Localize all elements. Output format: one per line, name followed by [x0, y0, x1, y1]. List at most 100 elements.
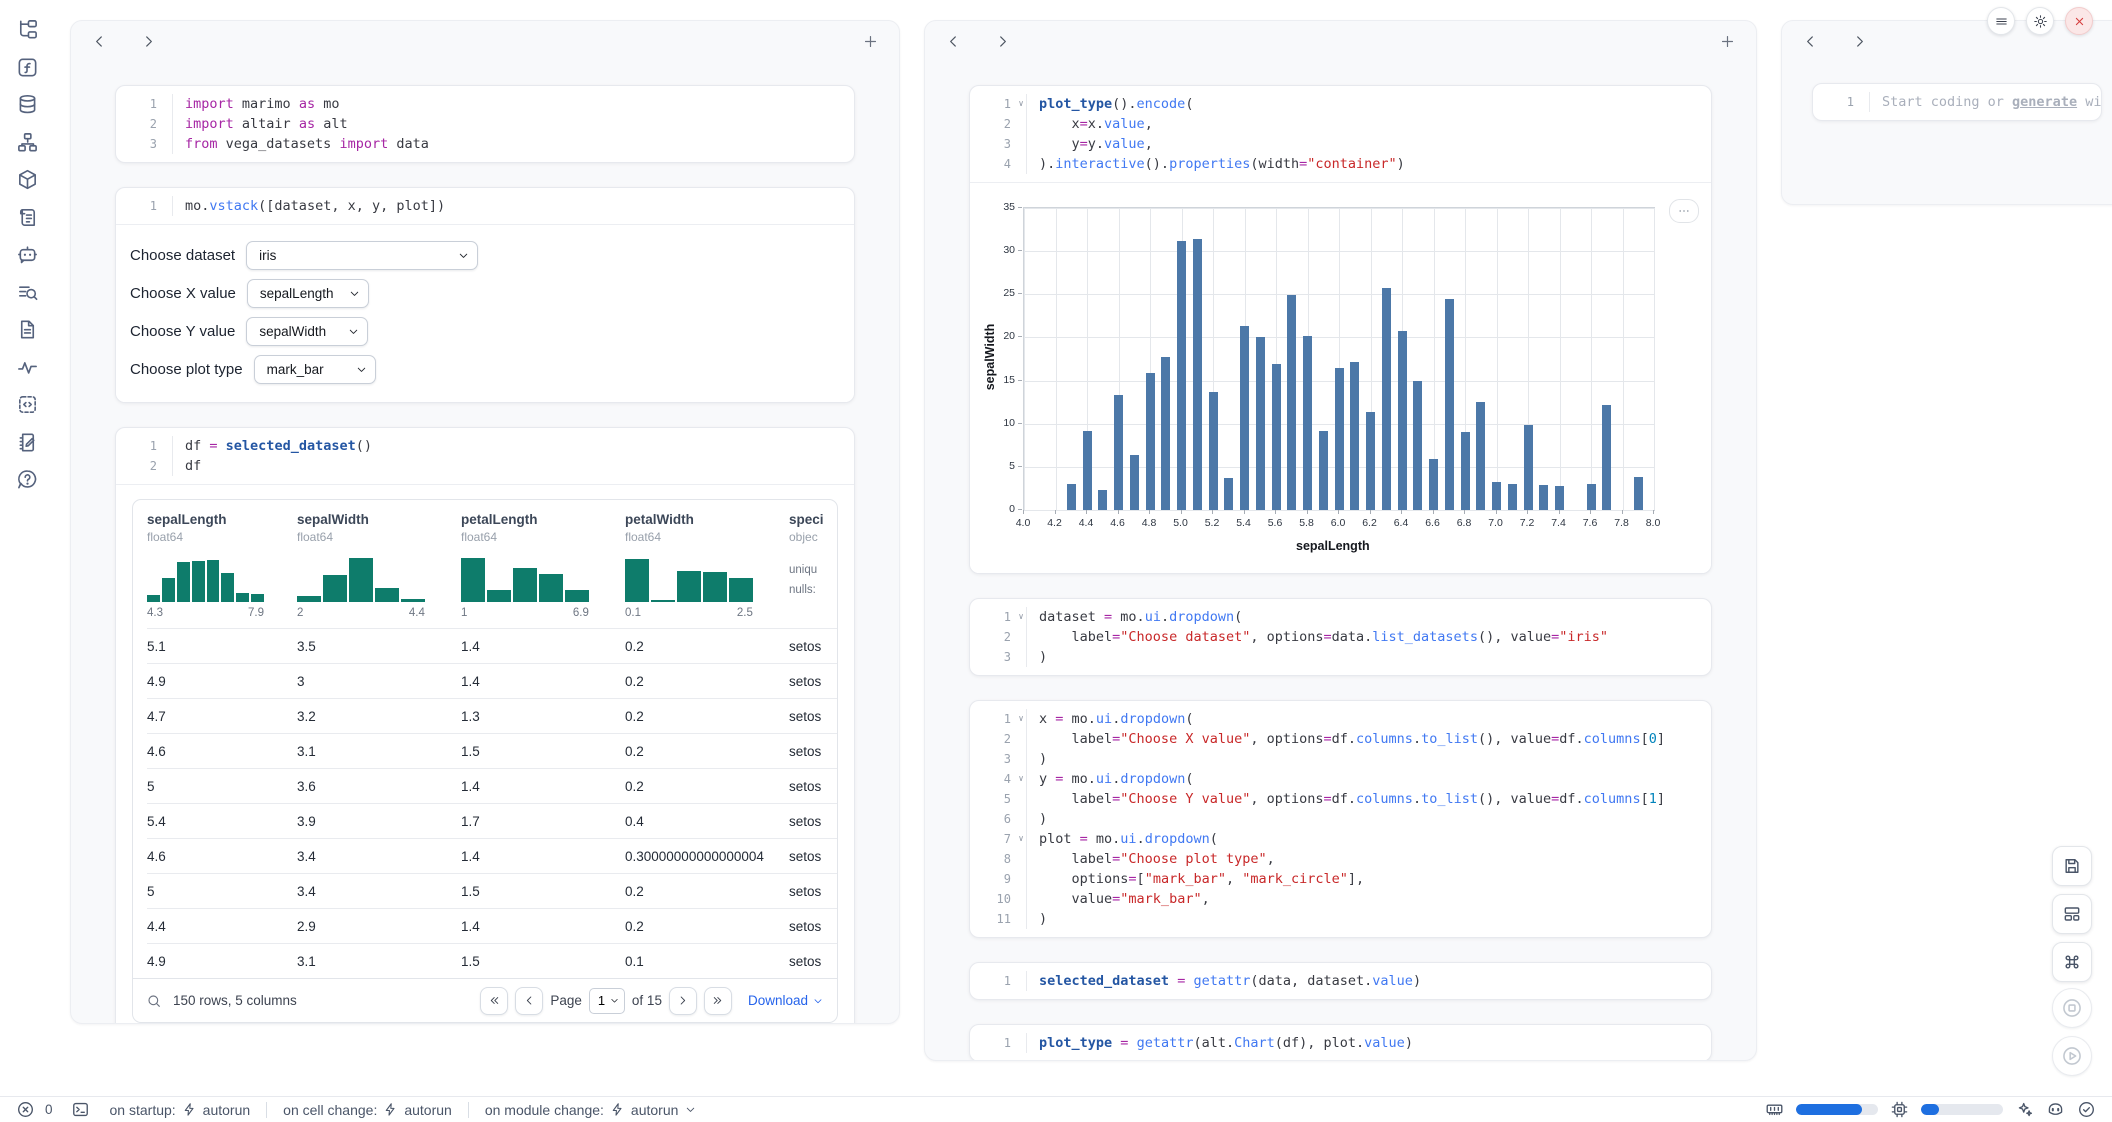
- connection-status-icon[interactable]: [2077, 1100, 2096, 1119]
- database-icon[interactable]: [16, 93, 39, 116]
- runtime-config-item[interactable]: on module change:autorun: [468, 1102, 698, 1118]
- table-row[interactable]: 4.63.41.40.30000000000000004setos: [147, 838, 837, 873]
- save-button[interactable]: [2052, 846, 2092, 886]
- generate-link[interactable]: generate: [2012, 94, 2077, 110]
- chart-bar[interactable]: [1366, 412, 1375, 510]
- chart-bar[interactable]: [1429, 459, 1438, 510]
- chart-bar[interactable]: [1067, 484, 1076, 510]
- chart-bar[interactable]: [1476, 402, 1485, 510]
- chart-bar[interactable]: [1335, 368, 1344, 510]
- dropdown-select[interactable]: sepalWidth: [259, 324, 343, 339]
- dataset-dropdown-cell[interactable]: 1∨dataset = mo.ui.dropdown(2 label="Choo…: [969, 598, 1712, 676]
- chart-bar[interactable]: [1256, 337, 1265, 510]
- script-icon[interactable]: [16, 206, 39, 229]
- xy-plot-dropdowns-cell[interactable]: 1∨x = mo.ui.dropdown(2 label="Choose X v…: [969, 700, 1712, 938]
- chart-bar[interactable]: [1445, 299, 1454, 510]
- table-row[interactable]: 53.61.40.2setos: [147, 768, 837, 803]
- select-dataset[interactable]: iris: [246, 241, 478, 270]
- code-editor[interactable]: 1df = selected_dataset()2df: [116, 428, 854, 484]
- dropdown-select[interactable]: sepalLength: [260, 286, 344, 301]
- snippets-icon[interactable]: [16, 393, 39, 416]
- settings-button[interactable]: [2026, 7, 2054, 35]
- next-page-button[interactable]: [669, 987, 697, 1015]
- code-editor[interactable]: 1∨plot_type().encode(2 x=x.value,3 y=y.v…: [970, 86, 1711, 182]
- code-editor[interactable]: 1import marimo as mo2import altair as al…: [116, 86, 854, 162]
- chart-bar[interactable]: [1492, 482, 1501, 510]
- search-icon[interactable]: [146, 993, 162, 1009]
- chart-bar[interactable]: [1240, 326, 1249, 510]
- chevron-right-icon[interactable]: [140, 33, 157, 50]
- chart-bar[interactable]: [1602, 405, 1611, 510]
- table-header-cell[interactable]: sepalWidthfloat6424.4: [297, 512, 461, 628]
- table-header-cell[interactable]: sepalLengthfloat644.37.9: [147, 512, 297, 628]
- fold-chevron-icon[interactable]: ∨: [1016, 829, 1026, 849]
- chart-bar[interactable]: [1272, 364, 1281, 510]
- dataframe-cell[interactable]: 1df = selected_dataset()2df sepalLengthfl…: [115, 427, 855, 1024]
- chart-bar[interactable]: [1146, 373, 1155, 510]
- altair-chart[interactable]: 4.04.24.44.64.85.05.25.45.65.86.06.26.46…: [970, 183, 1711, 573]
- download-button[interactable]: Download: [748, 993, 824, 1008]
- vstack-cell[interactable]: 1mo.vstack([dataset, x, y, plot])Choose …: [115, 187, 855, 403]
- plot-type-cell[interactable]: 1plot_type = getattr(alt.Chart(df), plot…: [969, 1024, 1712, 1061]
- table-row[interactable]: 4.93.11.50.1setos: [147, 943, 837, 978]
- last-page-button[interactable]: [704, 987, 732, 1015]
- selected-dataset-cell[interactable]: 1selected_dataset = getattr(data, datase…: [969, 962, 1712, 1000]
- tracing-icon[interactable]: [16, 356, 39, 379]
- chart-options-button[interactable]: [1669, 199, 1699, 223]
- table-row[interactable]: 4.931.40.2setos: [147, 663, 837, 698]
- table-row[interactable]: 5.13.51.40.2setos: [147, 628, 837, 663]
- plot-cell[interactable]: 1∨plot_type().encode(2 x=x.value,3 y=y.v…: [969, 85, 1712, 574]
- table-row[interactable]: 4.63.11.50.2setos: [147, 733, 837, 768]
- shutdown-button[interactable]: [2065, 7, 2093, 35]
- chart-bar[interactable]: [1177, 241, 1186, 510]
- imports-cell[interactable]: 1import marimo as mo2import altair as al…: [115, 85, 855, 163]
- chart-bar[interactable]: [1287, 295, 1296, 510]
- chart-bar[interactable]: [1524, 425, 1533, 510]
- code-editor[interactable]: 1selected_dataset = getattr(data, datase…: [970, 963, 1711, 999]
- keyboard-shortcuts-button[interactable]: [2052, 942, 2092, 982]
- chart-bar[interactable]: [1382, 288, 1391, 510]
- runtime-config-item[interactable]: on cell change:autorun: [266, 1102, 452, 1118]
- chevron-right-icon[interactable]: [994, 33, 1011, 50]
- terminal-icon[interactable]: [71, 1100, 90, 1119]
- chart-bar[interactable]: [1224, 478, 1233, 510]
- file-tree-icon[interactable]: [16, 18, 39, 41]
- code-editor[interactable]: 1mo.vstack([dataset, x, y, plot]): [116, 188, 854, 224]
- previous-page-button[interactable]: [515, 987, 543, 1015]
- help-icon[interactable]: [16, 468, 39, 491]
- chat-bot-icon[interactable]: [16, 243, 39, 266]
- chart-bar[interactable]: [1539, 485, 1548, 510]
- scratchpad-icon[interactable]: [16, 431, 39, 454]
- fold-chevron-icon[interactable]: ∨: [1016, 709, 1026, 729]
- select-x-value[interactable]: sepalLength: [247, 279, 369, 308]
- table-row[interactable]: 4.42.91.40.2setos: [147, 908, 837, 943]
- copilot-icon[interactable]: [2046, 1100, 2065, 1119]
- runtime-config-item[interactable]: on startup:autorun: [110, 1102, 251, 1118]
- code-placeholder[interactable]: Start coding or generate with: [1869, 92, 2101, 112]
- document-icon[interactable]: [16, 318, 39, 341]
- page-select[interactable]: 1: [589, 988, 625, 1014]
- function-icon[interactable]: [16, 56, 39, 79]
- code-editor[interactable]: 1∨x = mo.ui.dropdown(2 label="Choose X v…: [970, 701, 1711, 937]
- table-header-cell[interactable]: petalWidthfloat640.12.5: [625, 512, 789, 628]
- chart-bar[interactable]: [1319, 431, 1328, 510]
- empty-code-cell[interactable]: 1 Start coding or generate with: [1812, 83, 2102, 121]
- chart-bar[interactable]: [1193, 239, 1202, 510]
- chart-bar[interactable]: [1634, 477, 1643, 510]
- stop-button[interactable]: [2052, 988, 2092, 1028]
- chart-bar[interactable]: [1130, 455, 1139, 510]
- ai-sparkles-icon[interactable]: [2015, 1100, 2034, 1119]
- table-header-cell[interactable]: speciobjecuniqunulls:: [789, 512, 837, 628]
- chart-bar[interactable]: [1508, 484, 1517, 510]
- dependency-graph-icon[interactable]: [16, 131, 39, 154]
- run-button[interactable]: [2052, 1036, 2092, 1076]
- chart-bar[interactable]: [1587, 484, 1596, 510]
- chevron-left-icon[interactable]: [91, 33, 108, 50]
- code-editor[interactable]: 1plot_type = getattr(alt.Chart(df), plot…: [970, 1025, 1711, 1061]
- errors-icon[interactable]: [16, 1100, 35, 1119]
- logs-icon[interactable]: [16, 281, 39, 304]
- dropdown-select[interactable]: mark_bar: [267, 362, 351, 377]
- code-editor[interactable]: 1∨dataset = mo.ui.dropdown(2 label="Choo…: [970, 599, 1711, 675]
- chart-bar[interactable]: [1083, 431, 1092, 510]
- chart-bar[interactable]: [1303, 336, 1312, 510]
